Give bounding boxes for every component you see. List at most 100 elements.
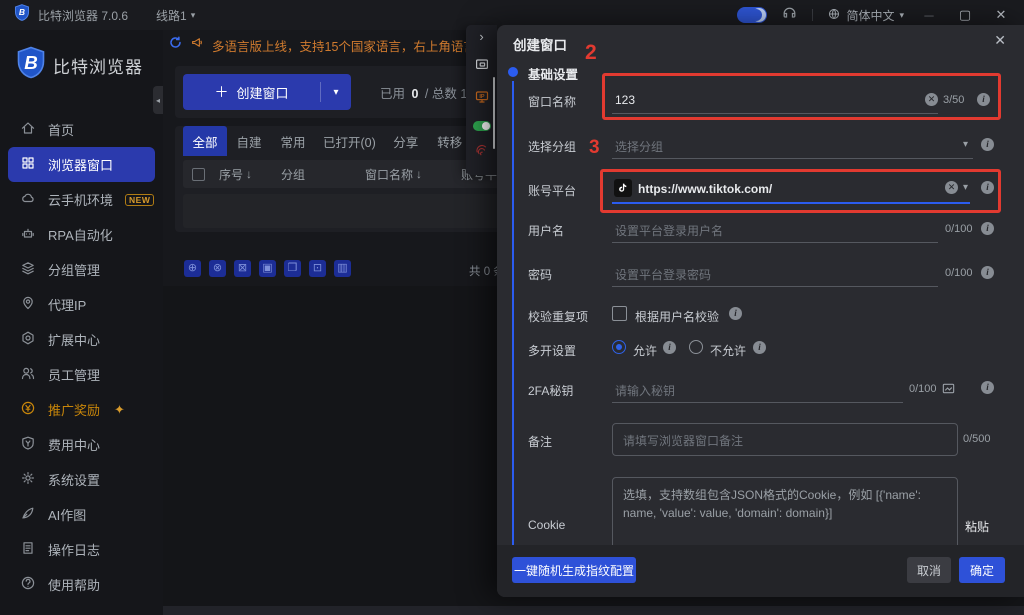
sparkle-icon: ✦: [114, 402, 125, 418]
refresh-icon[interactable]: [168, 35, 183, 55]
sidebar-item-help-circle[interactable]: 使用帮助: [8, 567, 155, 602]
brand-name: 比特浏览器: [53, 53, 143, 78]
remark-textarea[interactable]: 请填写浏览器窗口备注: [612, 423, 958, 456]
sidebar-item-proxy-pin[interactable]: 代理IP: [8, 287, 155, 322]
cancel-button[interactable]: 取消: [907, 557, 951, 583]
sidebar-item-label: 代理IP: [48, 295, 86, 314]
app-window: B 比特浏览器 7.0.6 线路1▾ 简体中文 ▾ ─ ▢ ✕: [0, 0, 1024, 615]
sidebar-item-operation-log[interactable]: 操作日志: [8, 532, 155, 567]
modal-footer: 一键随机生成指纹配置 取消 确定: [497, 545, 1024, 597]
tab-3[interactable]: 已打开(0): [315, 126, 384, 156]
sidebar-item-ai-draw[interactable]: AI作图: [8, 497, 155, 532]
divider: [812, 9, 813, 21]
sidebar-item-staff-people[interactable]: 员工管理: [8, 357, 155, 392]
paste-button[interactable]: 粘贴: [965, 518, 989, 535]
announcement-text: 多语言版上线，支持15个国家语言，右上角语言选项处切换: [212, 36, 468, 55]
info-icon[interactable]: i: [729, 307, 742, 320]
create-window-dropdown[interactable]: ▾: [321, 87, 351, 98]
close-all-button[interactable]: ⊗: [209, 260, 226, 277]
group-label: 选择分组: [528, 138, 576, 155]
confirm-button[interactable]: 确定: [959, 557, 1005, 583]
minimize-button[interactable]: ─: [918, 8, 940, 23]
allow-label[interactable]: 允许: [633, 342, 657, 359]
dark-mode-toggle[interactable]: [737, 7, 767, 23]
support-headset-icon[interactable]: [781, 4, 798, 26]
info-icon[interactable]: i: [977, 93, 990, 106]
info-icon[interactable]: i: [981, 222, 994, 235]
sort-down-icon[interactable]: ↓: [416, 167, 422, 181]
tab-4[interactable]: 分享: [384, 126, 428, 156]
global-settings-button[interactable]: ⊕: [184, 260, 201, 277]
duplicate-check-checkbox[interactable]: [612, 306, 627, 321]
sidebar-item-home[interactable]: 首页: [8, 112, 155, 147]
sort-down-icon[interactable]: ↓: [246, 167, 252, 181]
tab-all[interactable]: 全部: [183, 126, 227, 156]
info-icon[interactable]: i: [663, 341, 676, 354]
allow-radio[interactable]: [612, 340, 626, 354]
ai-draw-icon: [20, 505, 36, 524]
info-icon[interactable]: i: [981, 138, 994, 151]
sidebar-item-label: 系统设置: [48, 470, 100, 489]
tfa-input[interactable]: 请输入秘钥: [615, 382, 675, 399]
close-window-button[interactable]: ✕: [990, 7, 1012, 23]
platform-input[interactable]: https://www.tiktok.com/: [638, 182, 772, 196]
modal-close-icon[interactable]: ✕: [994, 32, 1006, 49]
sidebar-item-cloud-phone[interactable]: 云手机环境NEW: [8, 182, 155, 217]
column-group[interactable]: 分组: [281, 166, 365, 183]
column-seq[interactable]: 序号↓: [219, 166, 281, 183]
random-fingerprint-button[interactable]: 一键随机生成指纹配置: [512, 557, 636, 583]
deny-radio[interactable]: [689, 340, 703, 354]
info-icon[interactable]: i: [981, 381, 994, 394]
sidebar-item-promo-coin[interactable]: 推广奖励✦: [8, 392, 155, 427]
arrange-windows-button[interactable]: ❐: [284, 260, 301, 277]
brand: B 比特浏览器: [16, 46, 143, 84]
section-basic-settings: 基础设置: [528, 64, 578, 83]
clear-icon[interactable]: ✕: [925, 93, 938, 106]
delete-button[interactable]: ▥: [334, 260, 351, 277]
cookie-textarea[interactable]: 选填，支持数组包含JSON格式的Cookie，例如 [{'name': name…: [612, 477, 958, 553]
fingerprint-icon[interactable]: [474, 142, 489, 162]
sidebar-item-extension-hex[interactable]: 扩展中心: [8, 322, 155, 357]
sidebar-item-settings-gear[interactable]: 系统设置: [8, 462, 155, 497]
caret-down-icon: ▾: [191, 10, 196, 21]
tab-1[interactable]: 自建: [227, 126, 271, 156]
drawer-scrollbar[interactable]: [493, 77, 495, 149]
qr-image-icon[interactable]: [941, 381, 956, 401]
info-icon[interactable]: i: [981, 266, 994, 279]
language-selector[interactable]: 简体中文 ▾: [827, 7, 904, 24]
megaphone-icon: [190, 35, 205, 55]
ip-check-icon[interactable]: IP: [474, 89, 490, 110]
clear-icon[interactable]: ✕: [945, 181, 958, 194]
svg-text:B: B: [24, 52, 38, 73]
caret-down-icon[interactable]: ▾: [963, 139, 968, 150]
sidebar-item-browser-window[interactable]: 浏览器窗口: [8, 147, 155, 182]
window-switch-icon[interactable]: [474, 57, 490, 78]
proxy-toggle[interactable]: [473, 121, 491, 131]
deny-label[interactable]: 不允许: [710, 342, 746, 359]
drawer-expand-button[interactable]: ›: [466, 29, 497, 44]
line-selector[interactable]: 线路1▾: [156, 7, 195, 24]
rpa-task-button[interactable]: ▣: [259, 260, 276, 277]
info-icon[interactable]: i: [753, 341, 766, 354]
sidebar-item-billing-shield[interactable]: 费用中心: [8, 427, 155, 462]
info-icon[interactable]: i: [981, 181, 994, 194]
recycle-bin-button[interactable]: ⊡: [309, 260, 326, 277]
sidebar-item-group-layers[interactable]: 分组管理: [8, 252, 155, 287]
group-select[interactable]: 选择分组: [615, 138, 663, 155]
close-window-button[interactable]: ⊠: [234, 260, 251, 277]
duplicate-check-option[interactable]: 根据用户名校验: [635, 308, 719, 325]
create-window-modal: 创建窗口 ✕ 2 基础设置 窗口名称 123 ✕ 3/50 i 3 选择分组 选…: [497, 25, 1024, 597]
tab-2[interactable]: 常用: [271, 126, 315, 156]
column-window-name[interactable]: 窗口名称↓: [365, 166, 461, 183]
globe-icon: [827, 7, 841, 24]
password-input[interactable]: 设置平台登录密码: [615, 266, 711, 283]
sidebar-item-rpa-robot[interactable]: RPA自动化: [8, 217, 155, 252]
sidebar-collapse-handle[interactable]: ◂: [153, 86, 163, 114]
username-input[interactable]: 设置平台登录用户名: [615, 222, 723, 239]
select-all-checkbox[interactable]: [192, 168, 205, 181]
billing-shield-icon: [20, 435, 36, 454]
create-window-button[interactable]: ＋创建窗口 ▾: [183, 74, 351, 110]
maximize-button[interactable]: ▢: [954, 7, 976, 23]
window-name-input[interactable]: 123: [615, 93, 635, 107]
caret-down-icon[interactable]: ▾: [963, 182, 968, 193]
